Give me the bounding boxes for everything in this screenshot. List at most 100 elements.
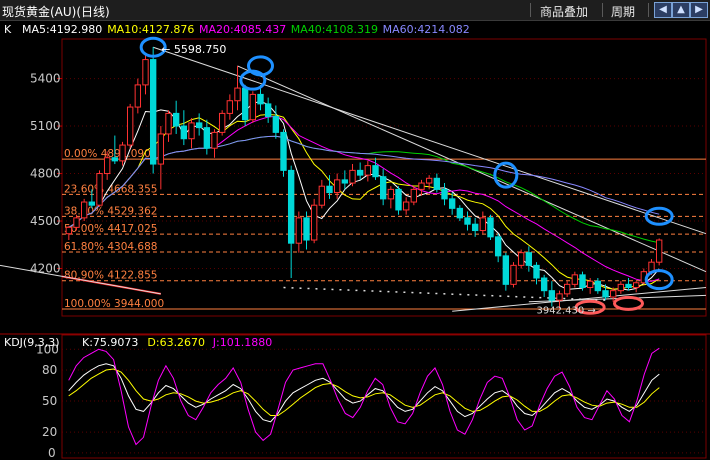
candle-up xyxy=(479,217,487,232)
ma-legend-label: MA20:4085.437 xyxy=(199,23,286,36)
kdj-indicator xyxy=(68,347,660,446)
price-tick-label: 5100 xyxy=(30,119,61,133)
candle-down xyxy=(448,198,456,209)
annotation-markers xyxy=(139,36,674,315)
candle-up xyxy=(65,226,73,235)
candle-down xyxy=(471,223,479,232)
price-panel-title: K xyxy=(4,23,12,36)
kdj-legend-label: K:75.9073 xyxy=(82,336,138,349)
candle-up xyxy=(387,188,395,200)
candle-up xyxy=(318,185,326,206)
highlight-circle-red xyxy=(613,295,644,311)
trend-line-upper xyxy=(153,46,707,235)
candle-up xyxy=(349,169,356,184)
candle-down xyxy=(594,280,602,292)
candle-down xyxy=(111,157,119,162)
candle-down xyxy=(525,252,533,266)
candle-up xyxy=(364,165,372,176)
candle-down xyxy=(303,217,310,241)
candle-up xyxy=(295,217,303,244)
candle-down xyxy=(356,169,364,176)
arrow-up-icon[interactable]: ▲ xyxy=(672,2,690,18)
chart-toolbar: 现货黄金(AU)(日线) 商品叠加 周期 ◀ ▲ ▶ xyxy=(0,0,710,21)
candle-up xyxy=(218,112,226,133)
moving-averages xyxy=(68,100,660,291)
candle-up xyxy=(310,204,318,241)
candle-up xyxy=(586,280,594,289)
toolbar-divider xyxy=(602,3,603,17)
candle-down xyxy=(372,165,379,178)
period-button[interactable]: 周期 xyxy=(611,3,635,20)
candle-down xyxy=(149,59,157,165)
candle-up xyxy=(119,144,126,162)
candle-up xyxy=(234,87,241,102)
kdj-tick-label: 80 xyxy=(42,363,57,377)
candle-up xyxy=(571,274,579,285)
candle-down xyxy=(464,217,471,225)
candle-down xyxy=(502,255,510,285)
candle-up xyxy=(96,173,103,206)
fib-level-label: 100.00% 3944.000 xyxy=(64,298,164,310)
candle-down xyxy=(203,127,211,149)
candle-up xyxy=(632,282,640,289)
low-price-label: 3942.430 → xyxy=(537,305,596,316)
candle-up xyxy=(249,93,257,121)
candle-up xyxy=(103,157,111,175)
ma-legend-label: MA40:4108.319 xyxy=(291,23,378,36)
toolbar-divider xyxy=(648,3,649,17)
candle-up xyxy=(157,133,165,165)
kdj-tick-label: 20 xyxy=(42,425,57,439)
candle-down xyxy=(326,185,333,194)
candle-down xyxy=(241,87,249,121)
candle-up xyxy=(425,177,433,184)
ma-legend-label: MA10:4127.876 xyxy=(107,23,194,36)
candle-down xyxy=(441,188,448,200)
ma-line-20 xyxy=(68,115,660,282)
arrow-right-icon[interactable]: ▶ xyxy=(690,2,708,18)
candle-down xyxy=(487,217,494,238)
highlight-circle-blue xyxy=(644,269,674,291)
candle-up xyxy=(563,283,571,295)
candle-down xyxy=(533,264,540,279)
candle-up xyxy=(211,131,218,149)
candle-up xyxy=(142,59,149,86)
chart-title: 现货黄金(AU)(日线) xyxy=(2,5,110,19)
candle-up xyxy=(80,201,88,219)
candle-down xyxy=(180,125,188,140)
arrow-left-icon[interactable]: ◀ xyxy=(654,2,672,18)
overlay-button[interactable]: 商品叠加 xyxy=(540,3,588,20)
candle-up xyxy=(126,106,134,146)
toolbar-divider xyxy=(530,3,531,17)
candle-down xyxy=(433,177,441,190)
kdj-panel-frame xyxy=(61,334,707,459)
candle-down xyxy=(494,236,502,257)
candle-down xyxy=(602,290,609,298)
candle-up xyxy=(609,290,617,298)
candle-up xyxy=(517,252,525,266)
kdj-line-k xyxy=(68,363,660,423)
kdj-line-d xyxy=(68,368,660,416)
candle-up xyxy=(165,112,172,135)
candle-up xyxy=(418,182,425,190)
ma-line-10 xyxy=(68,113,660,290)
candle-down xyxy=(341,179,349,184)
kdj-tick-label: 50 xyxy=(42,394,57,408)
candle-up xyxy=(510,264,517,285)
fib-level-label: 38.20% 4529.362 xyxy=(64,205,157,217)
ma-legend-label: MA60:4214.082 xyxy=(383,23,470,36)
candle-down xyxy=(540,277,548,292)
candle-down xyxy=(625,283,632,289)
candle-down xyxy=(548,290,556,301)
candle-down xyxy=(280,131,287,171)
ma-legend-label: MA5:4192.980 xyxy=(22,23,102,36)
kdj-legend-label: J:101.1880 xyxy=(212,336,272,349)
candle-down xyxy=(272,116,280,133)
candle-up xyxy=(410,188,418,203)
candle-down xyxy=(379,176,387,200)
kdj-tick-label: 0 xyxy=(48,446,56,460)
price-tick-label: 4800 xyxy=(30,167,61,181)
candle-down xyxy=(395,188,402,211)
candle-up xyxy=(617,283,625,292)
candle-up xyxy=(333,179,341,194)
fib-level-label: 61.80% 4304.688 xyxy=(64,241,157,253)
